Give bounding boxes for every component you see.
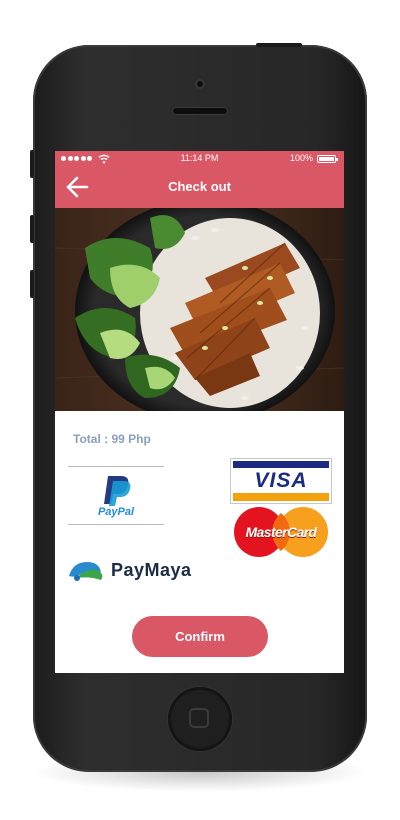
confirm-button[interactable]: Confirm	[132, 616, 268, 657]
volume-down-button	[30, 270, 34, 298]
battery-percentage: 100%	[290, 153, 314, 163]
volume-up-button	[30, 215, 34, 243]
paymaya-option[interactable]: PayMaya	[67, 558, 217, 584]
power-button	[256, 43, 302, 47]
paymaya-logo-icon	[69, 562, 103, 581]
paypal-option[interactable]: PayPal	[68, 466, 164, 525]
order-total: Total : 99 Php	[73, 432, 151, 446]
paypal-label: PayPal	[97, 506, 135, 518]
visa-bottom-stripe	[233, 493, 329, 501]
paypal-logo-icon	[104, 476, 131, 506]
visa-option[interactable]: VISA	[230, 458, 332, 504]
page-title: Check out	[168, 179, 231, 194]
food-image	[55, 208, 344, 411]
status-bar: 11:14 PM 100%	[55, 151, 344, 167]
mastercard-option[interactable]: MasterCard	[229, 507, 333, 557]
app-screen: 11:14 PM 100% Check out Total: 99 Php P…	[55, 151, 344, 673]
header-bar: 11:14 PM 100% Check out	[55, 151, 344, 208]
front-camera	[195, 79, 205, 89]
earpiece-speaker	[172, 107, 228, 115]
visa-top-stripe	[233, 461, 329, 468]
silent-switch	[30, 150, 34, 178]
visa-label: VISA	[254, 469, 308, 492]
battery-icon	[317, 155, 338, 163]
paymaya-label: PayMaya	[111, 560, 192, 580]
home-square-icon	[189, 708, 209, 728]
mastercard-label: MasterCard	[245, 524, 317, 540]
